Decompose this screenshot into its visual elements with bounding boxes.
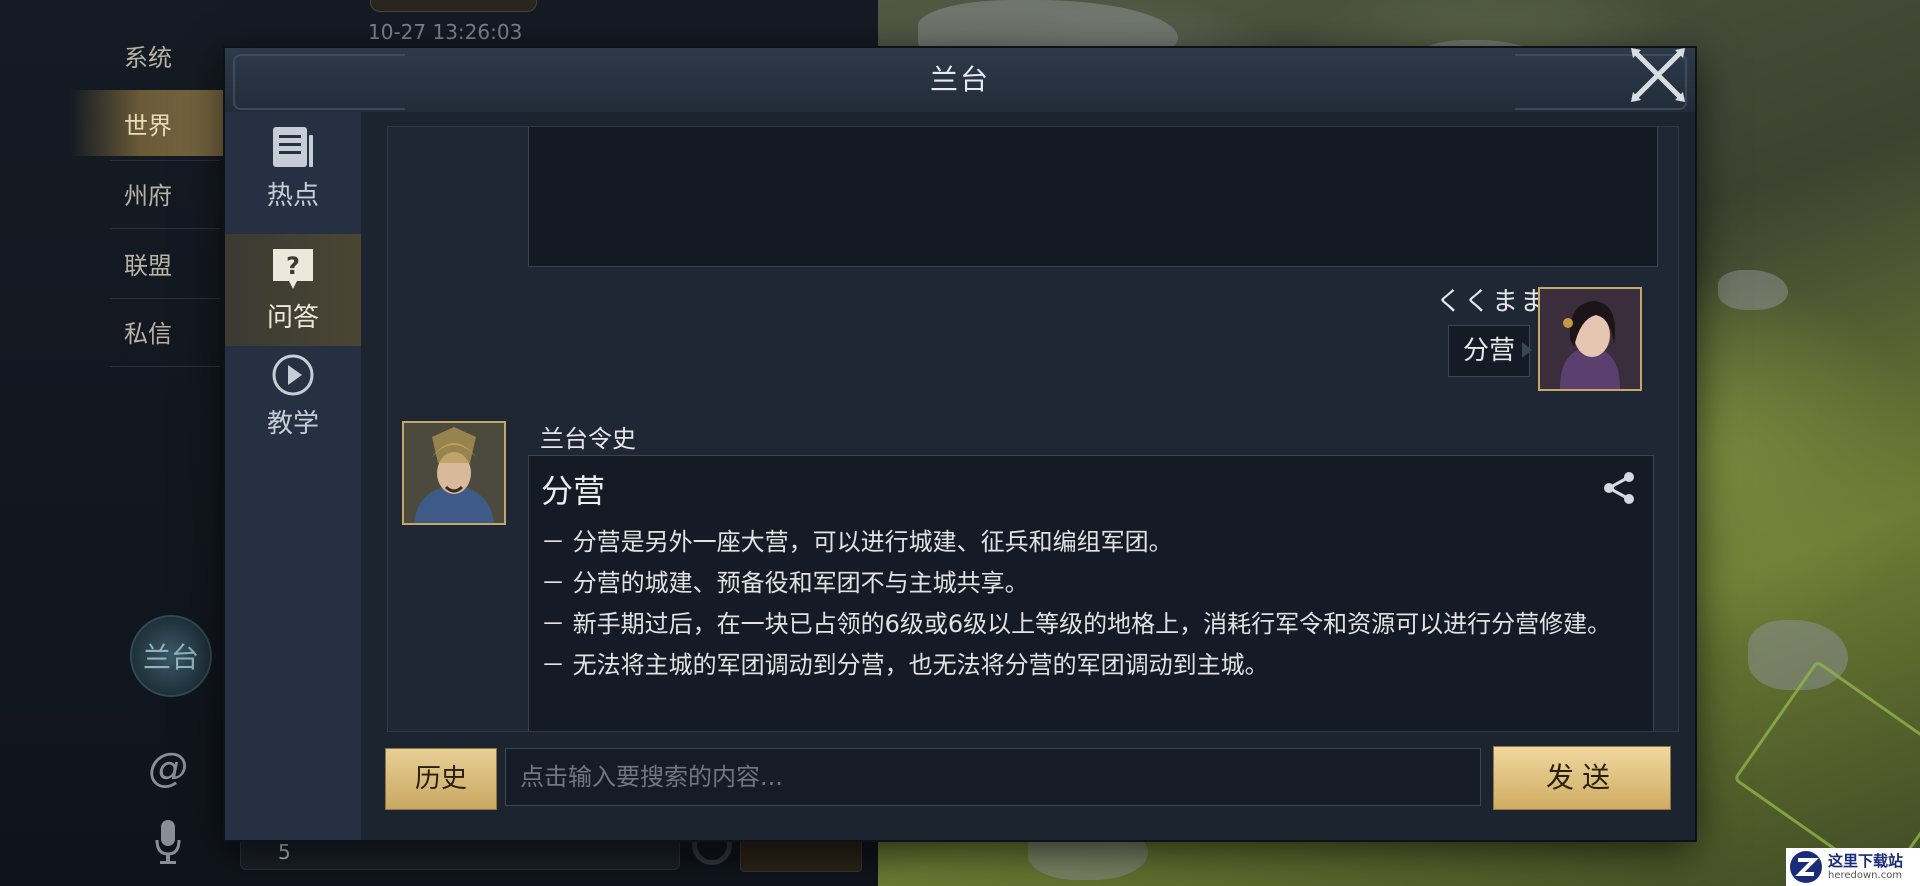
watermark-main: 这里下载站 (1828, 852, 1904, 870)
bg-badge (370, 0, 537, 12)
play-icon (272, 354, 314, 395)
close-icon[interactable] (1627, 44, 1689, 106)
nav-item-label: 教学 (266, 408, 319, 439)
divider (110, 366, 220, 367)
answer-line: － 分营的城建、预备役和军团不与主城共享。 (541, 569, 1029, 597)
bot-avatar[interactable] (402, 421, 506, 525)
watermark-logo-icon (1790, 851, 1822, 883)
divider (110, 228, 220, 229)
answer-line: － 无法将主城的军团调动到分营，也无法将分营的军团调动到主城。 (541, 651, 1269, 679)
map-rock (1718, 270, 1788, 310)
user-name: くくまま (1435, 287, 1548, 317)
bg-counter: 5 (278, 840, 291, 864)
bg-tab-system[interactable]: 系统 (70, 22, 226, 88)
bg-tab-alliance[interactable]: 联盟 (70, 230, 226, 296)
chat-panel[interactable]: くくまま 分营 兰台令史 分营 － 分营是另外一座大营，可以进行城建、征兵和编组… (387, 126, 1679, 732)
history-button[interactable]: 历史 (385, 748, 497, 810)
dialog-title: 兰台 (929, 63, 990, 96)
answer-body: － 分营是另外一座大营，可以进行城建、征兵和编组军团。 － 分营的城建、预备役和… (541, 522, 1631, 686)
bg-tab-label: 世界 (124, 111, 172, 140)
answer-line: － 新手期过后，在一块已占领的6级或6级以上等级的地格上，消耗行军令和资源可以进… (541, 610, 1612, 638)
search-input[interactable] (505, 748, 1481, 806)
lantai-emblem-button[interactable]: 兰台 (130, 615, 212, 697)
dialog-side-nav: 热点 ? 问答 教学 (225, 112, 365, 840)
bg-tab-label: 联盟 (124, 251, 172, 280)
user-avatar[interactable] (1538, 287, 1642, 391)
microphone-icon[interactable] (154, 818, 182, 866)
watermark-sub: heredown.com (1828, 870, 1903, 881)
nav-item-tutorial[interactable]: 教学 (225, 340, 361, 452)
bg-tab-label: 系统 (124, 43, 172, 72)
dialog-content: くくまま 分营 兰台令史 分营 － 分营是另外一座大营，可以进行城建、征兵和编组… (361, 112, 1695, 840)
svg-text:?: ? (286, 252, 300, 280)
bg-tab-province[interactable]: 州府 (70, 160, 226, 226)
question-icon: ? (273, 248, 313, 289)
document-icon (273, 126, 313, 167)
bg-timestamp: 10-27 13:26:03 (368, 20, 523, 44)
share-icon[interactable] (1601, 470, 1637, 506)
bot-name: 兰台令史 (540, 425, 636, 453)
lantai-dialog: 兰台 热点 ? 问答 教学 くくまま 分营 兰台令史 分营 － 分营是另外一座大… (225, 48, 1695, 840)
user-message-bubble: 分营 (1447, 325, 1533, 377)
answer-card: 分营 － 分营是另外一座大营，可以进行城建、征兵和编组军团。 － 分营的城建、预… (528, 455, 1654, 731)
bg-tab-world[interactable]: 世界 (70, 90, 226, 156)
answer-line: － 分营是另外一座大营，可以进行城建、征兵和编组军团。 (541, 528, 1173, 556)
nav-item-hot[interactable]: 热点 (225, 112, 361, 224)
nav-item-label: 热点 (266, 180, 319, 211)
site-watermark: 这里下载站 heredown.com (1786, 848, 1920, 886)
answer-title: 分营 (541, 472, 606, 510)
avatar-portrait (1540, 289, 1640, 389)
at-mention-icon[interactable]: @ (148, 745, 188, 791)
emblem-label: 兰台 (142, 641, 199, 674)
nav-item-qa[interactable]: ? 问答 (225, 234, 365, 346)
nav-item-label: 问答 (266, 302, 319, 333)
bg-tab-label: 州府 (124, 181, 172, 210)
avatar-portrait (404, 423, 504, 523)
send-button[interactable]: 发送 (1493, 746, 1671, 810)
previous-answer-box (528, 127, 1658, 267)
bg-tab-label: 私信 (124, 319, 172, 348)
bg-tab-private[interactable]: 私信 (70, 298, 226, 364)
